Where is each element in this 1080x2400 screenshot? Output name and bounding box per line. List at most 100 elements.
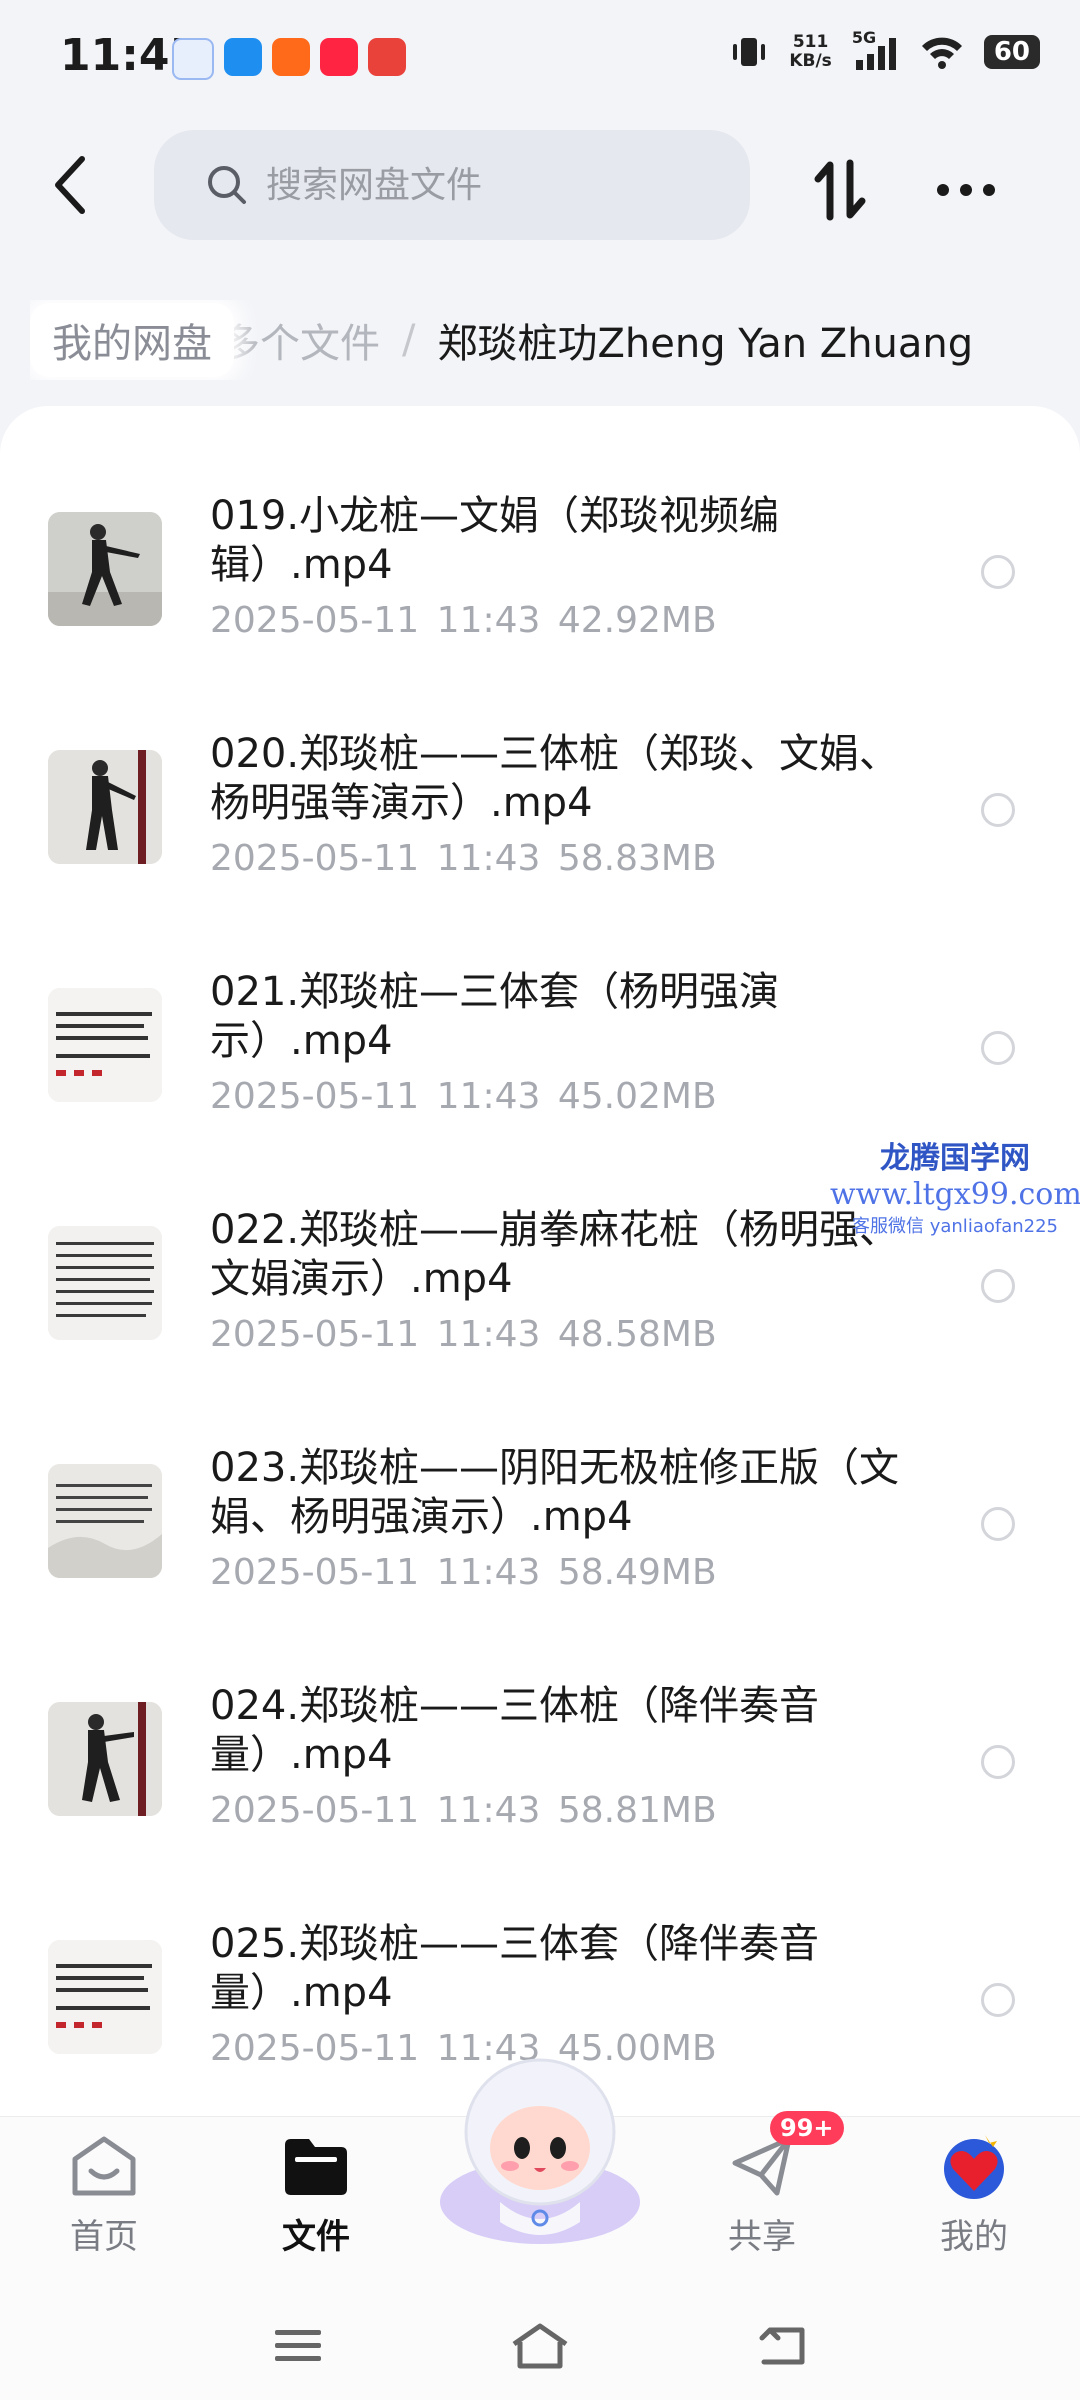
file-size: 42.92MB [557, 600, 717, 641]
file-row[interactable]: 020.郑琰桩——三体桩（郑琰、文娟、杨明强等演示）.mp4 2025-05-1… [0, 710, 1080, 948]
watermark: 龙腾国学网 www.ltgx99.com 客服微信 yanliaofan225 [830, 1133, 1080, 1238]
file-name: 021.郑琰桩—三体套（杨明强演示）.mp4 [210, 969, 780, 1064]
file-name: 024.郑琰桩——三体桩（降伴奏音量）.mp4 [210, 1683, 820, 1778]
file-name: 025.郑琰桩——三体套（降伴奏音量）.mp4 [210, 1921, 820, 2016]
file-date: 2025-05-11 [210, 1552, 420, 1593]
file-date: 2025-05-11 [210, 2028, 420, 2069]
search-bar[interactable] [154, 130, 750, 240]
file-meta: 2025-05-11 11:43 58.49MB [210, 1552, 717, 1593]
file-name: 020.郑琰桩——三体桩（郑琰、文娟、杨明强等演示）.mp4 [210, 731, 900, 826]
search-icon [208, 166, 246, 204]
breadcrumb-current: 郑琰桩功Zheng Yan Zhuang [437, 321, 974, 367]
nav-home-label: 首页 [70, 2217, 138, 2257]
video-thumbnail [48, 1464, 162, 1578]
wifi-icon [921, 37, 962, 69]
assistant-mascot-button[interactable] [430, 2052, 650, 2252]
file-time: 11:43 [436, 1790, 541, 1831]
video-thumbnail [48, 1702, 162, 1816]
more-dots-icon [937, 184, 995, 196]
share-notification-badge: 99+ [770, 2111, 844, 2145]
net-speed-unit: KB/s [789, 51, 832, 71]
select-radio[interactable] [981, 1983, 1015, 2017]
system-nav-bar [0, 2296, 1080, 2400]
back-system-button[interactable] [742, 2316, 822, 2376]
select-radio[interactable] [981, 1745, 1015, 1779]
video-thumbnail [48, 1940, 162, 2054]
video-thumbnail [48, 512, 162, 626]
watermark-wechat: 客服微信 yanliaofan225 [852, 1216, 1058, 1237]
watermark-url: www.ltgx99.com [830, 1177, 1080, 1212]
file-row[interactable]: 024.郑琰桩——三体桩（降伴奏音量）.mp4 2025-05-11 11:43… [0, 1662, 1080, 1900]
file-size: 45.02MB [557, 1076, 717, 1117]
select-radio[interactable] [981, 555, 1015, 589]
file-name: 022.郑琰桩——崩拳麻花桩（杨明强、文娟演示）.mp4 [210, 1207, 900, 1302]
mascot-icon [440, 2058, 640, 2244]
battery-level: 60 [983, 35, 1040, 69]
file-size: 58.49MB [557, 1552, 717, 1593]
select-radio[interactable] [981, 1507, 1015, 1541]
file-size: 58.83MB [557, 838, 717, 879]
vibrate-icon [733, 38, 766, 66]
file-date: 2025-05-11 [210, 838, 420, 879]
file-row[interactable]: 023.郑琰桩——阴阳无极桩修正版（文娟、杨明强演示）.mp4 2025-05-… [0, 1424, 1080, 1662]
notification-app-icon [272, 38, 310, 76]
breadcrumb-root[interactable]: 我的网盘 [30, 303, 234, 377]
file-name: 019.小龙桩—文娟（郑琰视频编辑）.mp4 [210, 493, 780, 588]
net-speed: 511 KB/s [789, 33, 831, 71]
file-date: 2025-05-11 [210, 1790, 420, 1831]
home-system-button[interactable] [500, 2316, 580, 2376]
status-bar: 11:45 511 KB/s 5G 60 [0, 0, 1080, 120]
back-button[interactable] [40, 150, 100, 220]
folder-icon [285, 2139, 347, 2195]
menu-lines-icon [275, 2330, 321, 2361]
file-meta: 2025-05-11 11:43 48.58MB [210, 1314, 717, 1355]
nav-home[interactable]: 首页 [34, 2133, 174, 2258]
file-time: 11:43 [436, 1076, 541, 1117]
net-speed-value: 511 [792, 32, 829, 52]
notification-app-icon [368, 38, 406, 76]
breadcrumb: 我的网盘 多个文件 / 郑琰桩功Zheng Yan Zhuang [30, 300, 1070, 380]
nav-profile-label: 我的 [940, 2217, 1008, 2257]
file-meta: 2025-05-11 11:43 45.02MB [210, 1076, 717, 1117]
sort-button[interactable] [800, 150, 880, 230]
select-radio[interactable] [981, 793, 1015, 827]
notification-app-icon [172, 38, 214, 80]
nav-files-label: 文件 [282, 2217, 350, 2257]
file-meta: 2025-05-11 11:43 58.81MB [210, 1790, 717, 1831]
notification-app-icon [224, 38, 262, 76]
search-input[interactable] [264, 163, 688, 207]
breadcrumb-separator: / [402, 317, 416, 363]
file-time: 11:43 [436, 1552, 541, 1593]
breadcrumb-middle[interactable]: 多个文件 [220, 311, 380, 369]
select-radio[interactable] [981, 1269, 1015, 1303]
home-outline-icon [512, 2323, 568, 2369]
watermark-title: 龙腾国学网 [880, 1141, 1030, 1176]
file-meta: 2025-05-11 11:43 58.83MB [210, 838, 717, 879]
sort-icon [814, 159, 866, 221]
file-size: 48.58MB [557, 1314, 717, 1355]
nav-share[interactable]: 共享 [692, 2133, 832, 2258]
select-radio[interactable] [981, 1031, 1015, 1065]
file-date: 2025-05-11 [210, 1076, 420, 1117]
file-date: 2025-05-11 [210, 1314, 420, 1355]
status-indicators: 511 KB/s 5G 60 [729, 28, 1040, 72]
video-thumbnail [48, 988, 162, 1102]
home-icon [72, 2136, 136, 2196]
video-thumbnail [48, 1226, 162, 1340]
file-name: 023.郑琰桩——阴阳无极桩修正版（文娟、杨明强演示）.mp4 [210, 1445, 900, 1540]
file-size: 58.81MB [557, 1790, 717, 1831]
back-arrow-icon [55, 156, 85, 214]
cell-signal-icon: 5G [852, 28, 900, 72]
file-row[interactable]: 019.小龙桩—文娟（郑琰视频编辑）.mp4 2025-05-11 11:43 … [0, 472, 1080, 710]
file-time: 11:43 [436, 1314, 541, 1355]
file-date: 2025-05-11 [210, 600, 420, 641]
more-options-button[interactable] [926, 155, 1006, 225]
notification-icons [172, 38, 406, 80]
back-return-icon [759, 2327, 805, 2365]
notification-app-icon [320, 38, 358, 76]
nav-profile[interactable]: 我的 [904, 2133, 1044, 2258]
heart-avatar-icon [944, 2135, 1004, 2199]
recent-apps-button[interactable] [258, 2316, 338, 2376]
file-time: 11:43 [436, 838, 541, 879]
nav-files[interactable]: 文件 [246, 2133, 386, 2258]
